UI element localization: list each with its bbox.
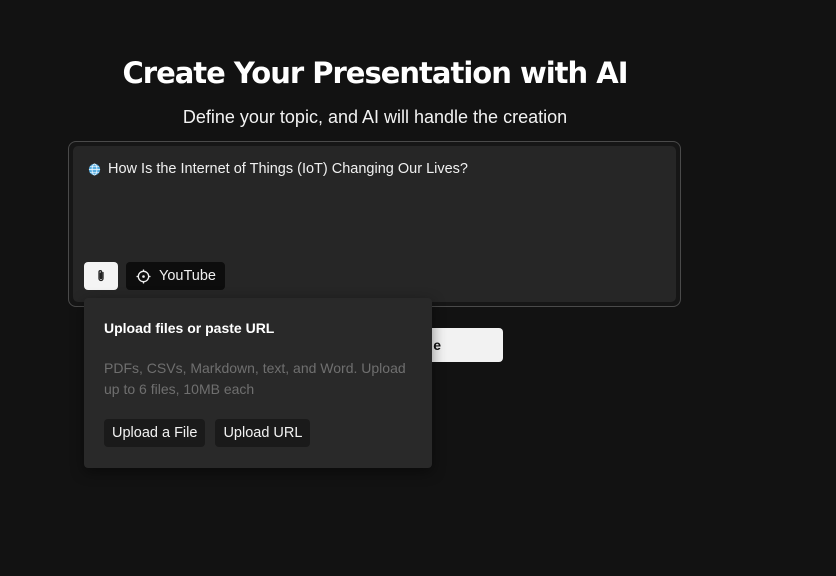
upload-popover: Upload files or paste URL PDFs, CSVs, Ma… — [84, 298, 432, 468]
page-title: Create Your Presentation with AI — [122, 56, 628, 90]
prompt-input[interactable]: How Is the Internet of Things (IoT) Chan… — [73, 146, 676, 302]
prompt-text: How Is the Internet of Things (IoT) Chan… — [108, 161, 468, 177]
popover-description: PDFs, CSVs, Markdown, text, and Word. Up… — [104, 360, 406, 397]
paperclip-icon — [98, 270, 104, 282]
globe-icon — [88, 163, 101, 175]
popover-actions: Upload a File Upload URL — [104, 419, 311, 447]
page: Create Your Presentation with AI Define … — [0, 0, 836, 576]
crosshair-icon — [136, 269, 151, 283]
generate-button-label: e — [433, 337, 441, 353]
prompt-row: How Is the Internet of Things (IoT) Chan… — [88, 161, 468, 177]
attach-button[interactable] — [84, 262, 118, 290]
prompt-frame: How Is the Internet of Things (IoT) Chan… — [68, 141, 681, 307]
upload-file-button[interactable]: Upload a File — [104, 419, 206, 447]
youtube-button[interactable]: YouTube — [126, 262, 225, 290]
upload-url-button[interactable]: Upload URL — [215, 419, 311, 447]
popover-title: Upload files or paste URL — [104, 320, 275, 336]
page-subtitle: Define your topic, and AI will handle th… — [182, 107, 568, 127]
youtube-label: YouTube — [159, 268, 216, 284]
